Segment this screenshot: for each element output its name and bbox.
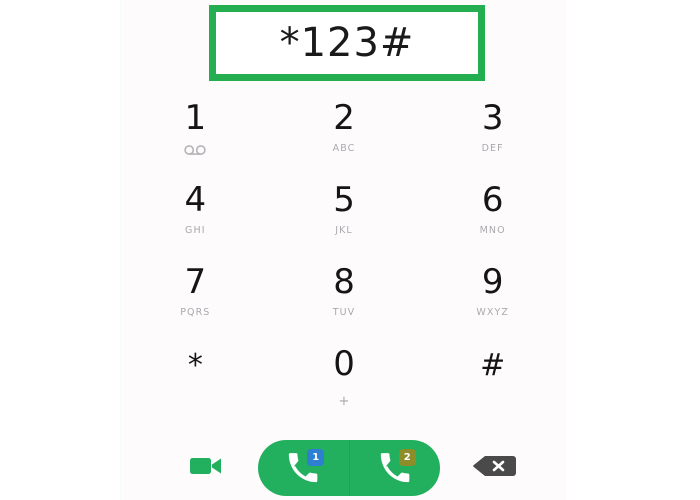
- dialpad-row: * 0 + #: [121, 338, 567, 420]
- phone-handset-icon: 1: [283, 448, 325, 488]
- dialpad-key-5-digit: 5: [333, 180, 355, 220]
- dialpad-key-1[interactable]: 1: [121, 92, 270, 174]
- dialpad-key-7-letters: PQRS: [180, 307, 211, 318]
- dialpad-key-4[interactable]: 4 GHI: [121, 174, 270, 256]
- dialpad-key-7-digit: 7: [184, 262, 207, 302]
- dialpad-key-8[interactable]: 8 TUV: [270, 256, 419, 338]
- dialpad-key-star[interactable]: *: [121, 338, 270, 420]
- dialpad-key-2-digit: 2: [333, 98, 355, 138]
- dialpad-row: 1 2 ABC 3 DEF: [121, 92, 567, 174]
- dialpad-key-6-digit: 6: [481, 180, 504, 220]
- dialpad-key-3[interactable]: 3 DEF: [418, 92, 567, 174]
- dialpad-key-3-letters: DEF: [481, 143, 504, 154]
- call-button-sim2[interactable]: 2: [350, 440, 441, 496]
- dialpad-key-hash[interactable]: #: [418, 338, 567, 420]
- dialpad-key-4-digit: 4: [184, 180, 207, 220]
- dialpad-key-5[interactable]: 5 JKL: [270, 174, 419, 256]
- voicemail-icon: [184, 144, 207, 155]
- phone-dialer-screen: *123# 1 2 ABC 3 DEF 4 GHI 5 JKL 6 MNO 7 …: [0, 0, 700, 500]
- dialpad-key-0-digit: 0: [333, 344, 355, 384]
- dialpad-key-6-letters: MNO: [479, 225, 506, 236]
- dialpad-key-7[interactable]: 7 PQRS: [121, 256, 270, 338]
- dialpad-key-star-digit: *: [187, 348, 203, 383]
- phone-panel: *123# 1 2 ABC 3 DEF 4 GHI 5 JKL 6 MNO 7 …: [120, 0, 566, 500]
- sim1-badge: 1: [307, 449, 325, 466]
- dialpad: 1 2 ABC 3 DEF 4 GHI 5 JKL 6 MNO 7 PQRS 8…: [121, 92, 567, 420]
- dialpad-key-8-letters: TUV: [332, 307, 356, 318]
- dialed-number-highlight-box: *123#: [209, 5, 485, 81]
- dialpad-row: 7 PQRS 8 TUV 9 WXYZ: [121, 256, 567, 338]
- call-button-sim1[interactable]: 1: [258, 440, 350, 496]
- dialpad-key-5-letters: JKL: [335, 225, 353, 236]
- backspace-button[interactable]: [471, 455, 517, 481]
- dialpad-key-2-letters: ABC: [332, 143, 356, 154]
- dialpad-key-hash-digit: #: [480, 348, 506, 383]
- sim2-badge: 2: [398, 449, 416, 466]
- dialpad-key-2[interactable]: 2 ABC: [270, 92, 419, 174]
- dialpad-key-8-digit: 8: [333, 262, 355, 302]
- dialpad-key-9-digit: 9: [481, 262, 504, 302]
- dialpad-key-9-letters: WXYZ: [476, 307, 509, 318]
- dialpad-key-6[interactable]: 6 MNO: [418, 174, 567, 256]
- dialer-action-bar: 1 2: [121, 438, 567, 500]
- dialpad-key-3-digit: 3: [481, 98, 504, 138]
- dialed-number-display[interactable]: *123#: [216, 12, 478, 74]
- dialpad-key-0[interactable]: 0 +: [270, 338, 419, 420]
- video-camera-icon: [190, 455, 222, 481]
- dialpad-key-1-digit: 1: [184, 98, 207, 138]
- backspace-icon: [472, 454, 516, 482]
- dialpad-row: 4 GHI 5 JKL 6 MNO: [121, 174, 567, 256]
- video-call-button[interactable]: [189, 454, 223, 482]
- dialpad-key-0-plus: +: [338, 394, 350, 409]
- call-buttons-pill: 1 2: [258, 440, 440, 496]
- dialpad-key-4-letters: GHI: [185, 225, 206, 236]
- dialpad-key-9[interactable]: 9 WXYZ: [418, 256, 567, 338]
- phone-handset-icon: 2: [375, 448, 416, 488]
